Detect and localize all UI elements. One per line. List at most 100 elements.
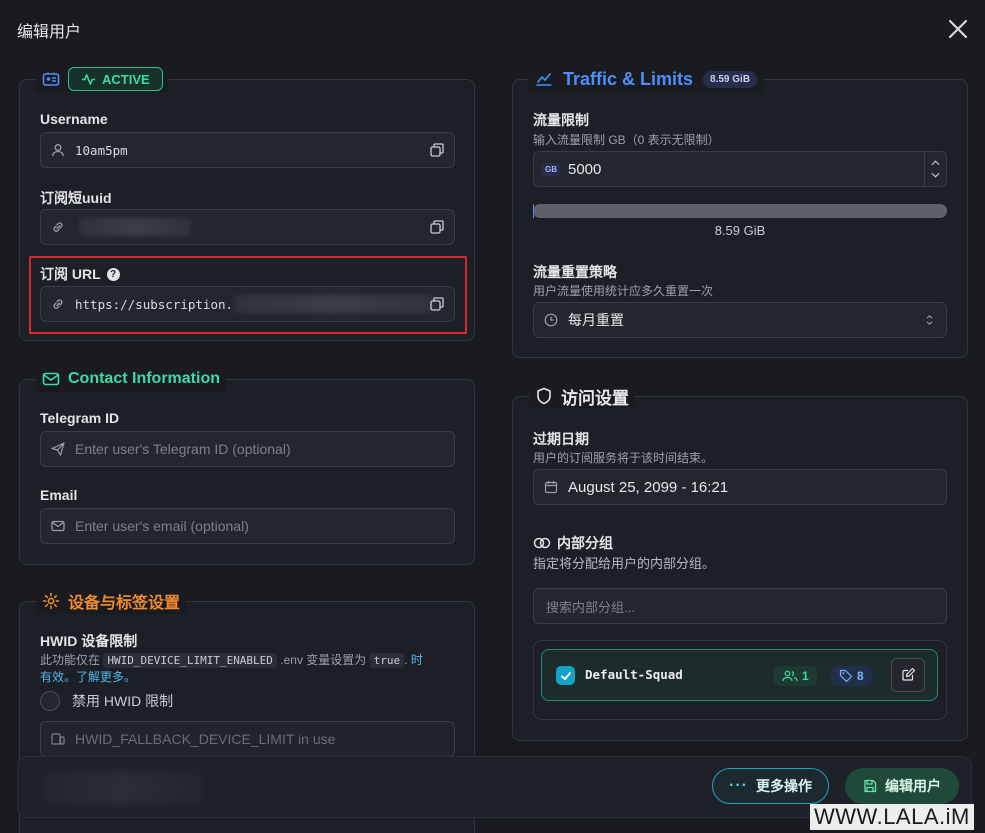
email-label: Email [40,487,78,503]
traffic-limit-label: 流量限制 [533,112,589,128]
reset-strategy-value: 每月重置 [568,312,624,328]
edit-user-modal: 编辑用户 ACTIVE Username 10am5pm 订阅短uuid 订阅 … [0,0,985,833]
traffic-limit-value: 5000 [568,160,602,178]
link-icon [53,222,63,232]
user-card-legend: ACTIVE [36,66,169,92]
highlight-box [29,256,467,334]
hwid-code-env: HWID_DEVICE_LIMIT_ENABLED [103,653,277,668]
hwid-code-true: true [369,653,405,668]
blurred-footer-content [42,771,202,805]
contact-legend: Contact Information [36,366,226,392]
chart-line-icon [536,73,552,86]
squads-label: 内部分组 [557,535,613,551]
learn-more-link[interactable]: 了解更多。 [76,670,136,684]
redacted-uuid [79,218,191,236]
status-badge: ACTIVE [68,67,163,91]
clock-icon [544,313,558,327]
copy-icon[interactable] [430,220,444,234]
short-uuid-field[interactable] [40,209,455,245]
disable-hwid-checkbox[interactable] [40,691,60,711]
traffic-progress-fill [533,204,534,218]
send-icon [51,442,65,456]
squad-users-chip: 1 [774,666,817,686]
telegram-placeholder: Enter user's Telegram ID (optional) [75,441,291,457]
squads-desc: 指定将分配给用户的内部分组。 [533,556,716,571]
hwid-label: HWID 设备限制 [40,633,138,649]
circles-icon [533,537,551,549]
copy-icon[interactable] [430,143,444,157]
activity-icon [81,73,96,85]
chevron-up-icon[interactable] [931,160,940,166]
more-actions-label: 更多操作 [755,778,812,794]
save-icon [864,779,877,793]
disable-hwid-label: 禁用 HWID 限制 [72,693,174,709]
traffic-progress-bar [533,204,947,218]
hwid-fallback-placeholder: HWID_FALLBACK_DEVICE_LIMIT in use [75,731,336,747]
devices-icon [51,733,65,745]
squad-checkbox[interactable] [556,666,575,685]
mail-icon [51,520,65,532]
username-field[interactable]: 10am5pm [40,132,455,168]
close-icon[interactable] [944,15,972,43]
device-title: 设备与标签设置 [68,595,181,612]
squad-search-input[interactable]: 搜索内部分组... [533,588,947,624]
check-icon [560,671,571,680]
traffic-legend: Traffic & Limits 8.59 GiB [529,66,764,92]
email-input[interactable]: Enter user's email (optional) [40,508,455,544]
traffic-limit-input[interactable]: GB 5000 [533,151,947,187]
traffic-limit-desc: 输入流量限制 GB（0 表示无限制） [533,133,720,147]
more-actions-button[interactable]: ··· 更多操作 [712,768,829,804]
selector-icon [926,314,933,326]
squad-search-placeholder: 搜索内部分组... [546,599,635,615]
reset-strategy-select[interactable]: 每月重置 [533,302,947,338]
hwid-desc-text: .env 变量设置为 [280,653,367,667]
traffic-used-text: 8.59 GiB [714,223,766,238]
tag-icon [839,669,853,683]
gear-icon [42,592,60,610]
username-value: 10am5pm [75,142,128,158]
watermark-text: WWW.LALA.iM [810,804,974,830]
chevron-down-icon[interactable] [931,172,940,178]
email-placeholder: Enter user's email (optional) [75,518,249,534]
expire-date-value: August 25, 2099 - 16:21 [568,478,729,496]
hwid-description: 此功能仅在 HWID_DEVICE_LIMIT_ENABLED .env 变量设… [40,652,460,685]
access-legend: 访问设置 [529,383,635,409]
device-legend: 设备与标签设置 [36,588,187,614]
short-uuid-label: 订阅短uuid [40,190,112,206]
save-button[interactable]: 编辑用户 [845,768,959,804]
squad-tags-chip: 8 [831,666,872,686]
traffic-used-badge: 8.59 GiB [703,70,758,88]
reset-strategy-desc: 用户流量使用统计应多久重置一次 [533,284,714,298]
expire-desc: 用户的订阅服务将于该时间结束。 [533,451,714,465]
hwid-desc-text: 此功能仅在 [40,653,101,667]
expire-date-input[interactable]: August 25, 2099 - 16:21 [533,469,947,505]
hwid-desc-text: . 时 [404,653,423,667]
save-label: 编辑用户 [885,778,941,794]
contact-title: Contact Information [68,370,220,387]
username-label: Username [40,111,108,127]
calendar-icon [544,481,558,494]
stepper[interactable] [924,152,946,186]
traffic-title: Traffic & Limits [563,68,694,89]
expire-label: 过期日期 [533,431,589,447]
modal-title: 编辑用户 [17,24,82,41]
squads-label-row: 内部分组 [533,533,613,553]
status-text: ACTIVE [102,71,150,87]
squad-name: Default-Squad [585,667,683,682]
users-icon [782,670,798,682]
mail-icon [42,372,60,386]
reset-strategy-label: 流量重置策略 [533,264,617,280]
telegram-input[interactable]: Enter user's Telegram ID (optional) [40,431,455,467]
telegram-label: Telegram ID [40,410,120,426]
disable-hwid-row[interactable]: 禁用 HWID 限制 [40,691,173,711]
hwid-fallback-input[interactable]: HWID_FALLBACK_DEVICE_LIMIT in use [40,721,455,757]
squad-users-count: 1 [802,669,809,683]
squad-item[interactable]: Default-Squad 1 8 [541,649,938,701]
more-dots-icon: ··· [729,777,748,794]
edit-squad-button[interactable] [891,658,925,692]
squad-tags-count: 8 [857,669,864,683]
shield-icon [537,387,551,405]
hwid-desc-text: 有效。 [40,670,77,684]
edit-icon [902,668,915,681]
access-title: 访问设置 [561,388,629,408]
